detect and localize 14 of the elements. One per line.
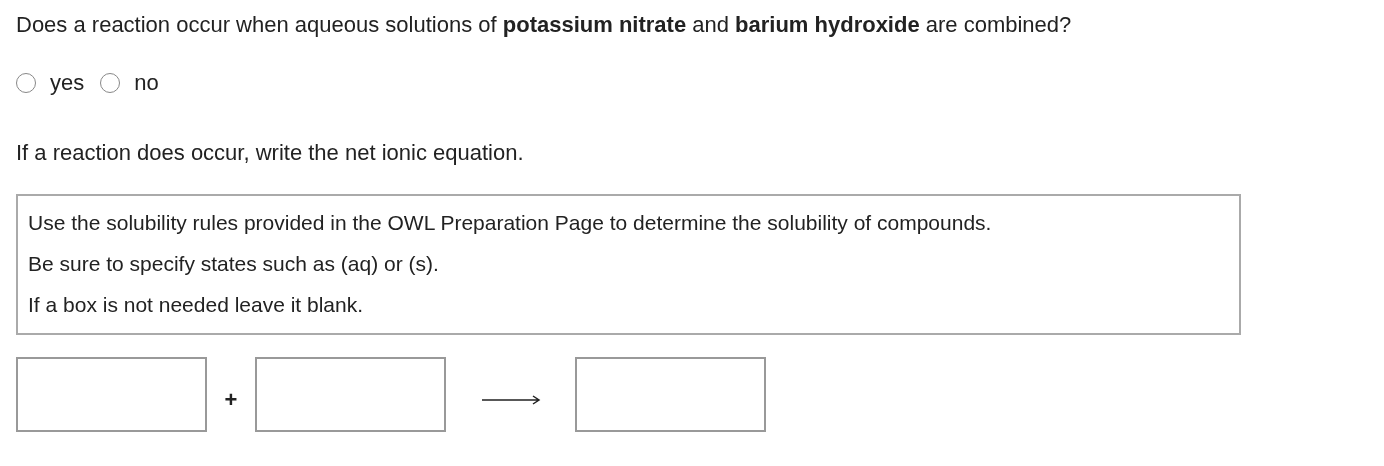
note-text: Be sure to specify states such as (aq) or (s). [28,251,440,277]
note-text: Use the solubility rules provided in the OWL Preparation Page to determine the solubility of compounds. [28,210,993,236]
option-label: no [134,70,159,96]
question-text: Does a reaction occur when aqueous solutions of potassium nitrate and barium hydroxide are combined? [16,11,1073,39]
plus-sign: + [223,386,239,413]
note-text: If a box is not needed leave it blank. [28,292,365,318]
answer-box[interactable] [255,357,446,432]
answer-box[interactable] [575,357,766,432]
option-label: yes [50,70,85,96]
radio-button[interactable] [16,73,36,93]
arrow-icon [480,394,541,405]
answer-box[interactable] [16,357,207,432]
radio-button[interactable] [100,73,121,93]
instruction-text: If a reaction does occur, write the net ionic equation. [16,140,525,166]
